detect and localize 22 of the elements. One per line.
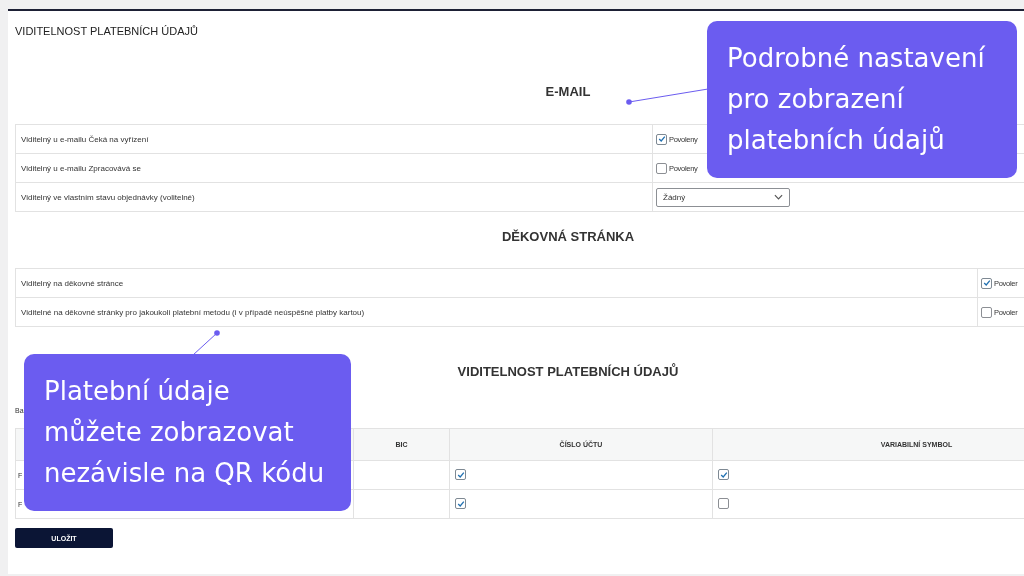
setting-label: Viditelný ve vlastním stavu objednávky (volitelné): [15, 182, 653, 212]
leader-line: [191, 330, 221, 356]
setting-label: Viditelné na děkovné stránky pro jakoukoli platební metodu (i v případě neúspěšné platby kartou): [15, 297, 978, 327]
section-heading: E-MAIL: [545, 84, 591, 99]
callout: Podrobné nastavení pro zobrazení platebních údajů: [707, 21, 1017, 178]
checkbox[interactable]: [981, 306, 992, 318]
checkbox[interactable]: [656, 133, 667, 145]
checkbox[interactable]: [718, 469, 729, 481]
section-heading: DĚKOVNÁ STRÁNKA: [501, 229, 635, 244]
setting-label: Viditelný u e-mailu Zpracovává se: [15, 153, 653, 183]
checkbox[interactable]: [656, 162, 667, 174]
chevron-down-icon: [774, 194, 783, 200]
section-heading: VIDITELNOST PLATEBNÍCH ÚDAJŮ: [457, 364, 679, 379]
setting-label: Viditelný na děkovné stránce: [15, 268, 978, 298]
page-title: VIDITELNOST PLATEBNÍCH ÚDAJŮ: [15, 25, 199, 38]
setting-label: Viditelný u e-mailu Čeká na vyřízení: [15, 124, 653, 154]
checkbox[interactable]: [455, 498, 466, 510]
status-dropdown[interactable]: Žádný: [656, 187, 790, 207]
callout: Platební údaje můžete zobrazovat nezávisle na QR kódu: [24, 354, 351, 511]
checkbox[interactable]: [455, 469, 466, 481]
checkbox[interactable]: [981, 277, 992, 289]
checkbox[interactable]: [718, 497, 729, 509]
